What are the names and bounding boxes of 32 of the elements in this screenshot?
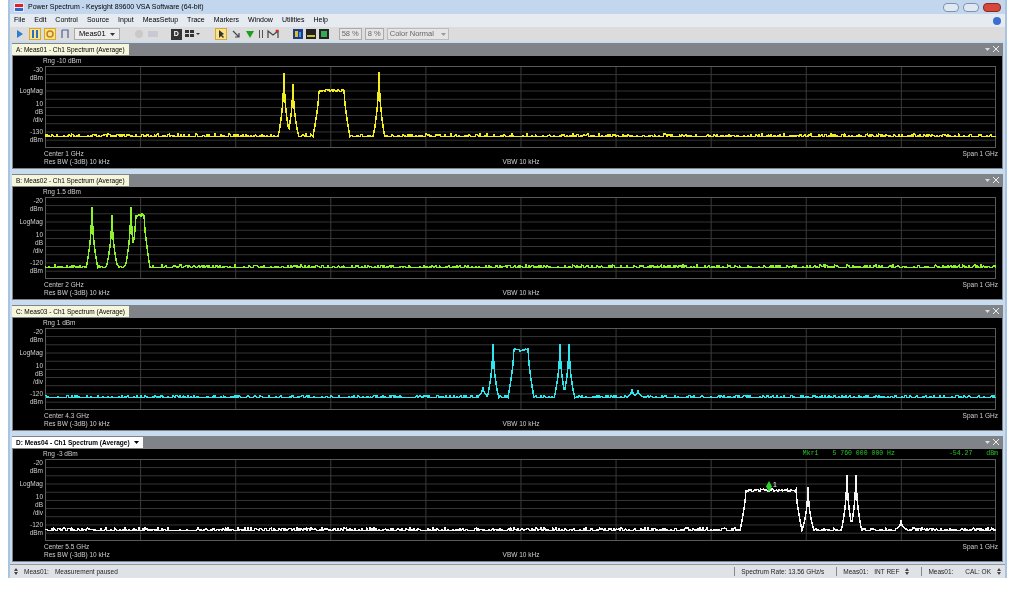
close-icon[interactable]: [993, 46, 999, 52]
loop-icon: [45, 29, 55, 39]
peak-marker-icon[interactable]: [266, 29, 279, 39]
close-icon[interactable]: [993, 439, 999, 445]
caret-icon[interactable]: [985, 309, 990, 313]
spinner-arrows-icon[interactable]: [905, 568, 910, 575]
arrow-icon: [230, 29, 241, 39]
app-icon: [14, 2, 24, 12]
toolbar-button[interactable]: [214, 28, 227, 40]
maximize-button[interactable]: [963, 2, 979, 12]
help-icon[interactable]: [993, 16, 1001, 25]
caret-icon[interactable]: [985, 178, 990, 182]
pause-icon: [30, 29, 40, 39]
spinner-arrows-icon[interactable]: [997, 568, 1001, 575]
caret-icon: [133, 441, 139, 444]
marker-icon[interactable]: [244, 29, 255, 39]
play-icon: [15, 29, 25, 39]
caret-icon[interactable]: [985, 440, 990, 444]
spinner-arrows-icon[interactable]: [14, 568, 18, 575]
bars-icon[interactable]: [257, 29, 264, 39]
trace-display-icon[interactable]: [305, 29, 316, 39]
spectrogram-icon[interactable]: [292, 29, 303, 39]
display-icon[interactable]: [318, 29, 329, 39]
caret-icon: [109, 32, 115, 36]
marker-diamond-icon: [766, 481, 772, 492]
caret-icon: [440, 32, 446, 36]
close-icon[interactable]: [993, 308, 999, 314]
close-icon[interactable]: [993, 177, 999, 183]
grid-layout-icon[interactable]: [184, 29, 201, 39]
close-button[interactable]: [983, 2, 1001, 12]
minimize-button[interactable]: [943, 2, 959, 12]
caret-icon[interactable]: [985, 47, 990, 51]
